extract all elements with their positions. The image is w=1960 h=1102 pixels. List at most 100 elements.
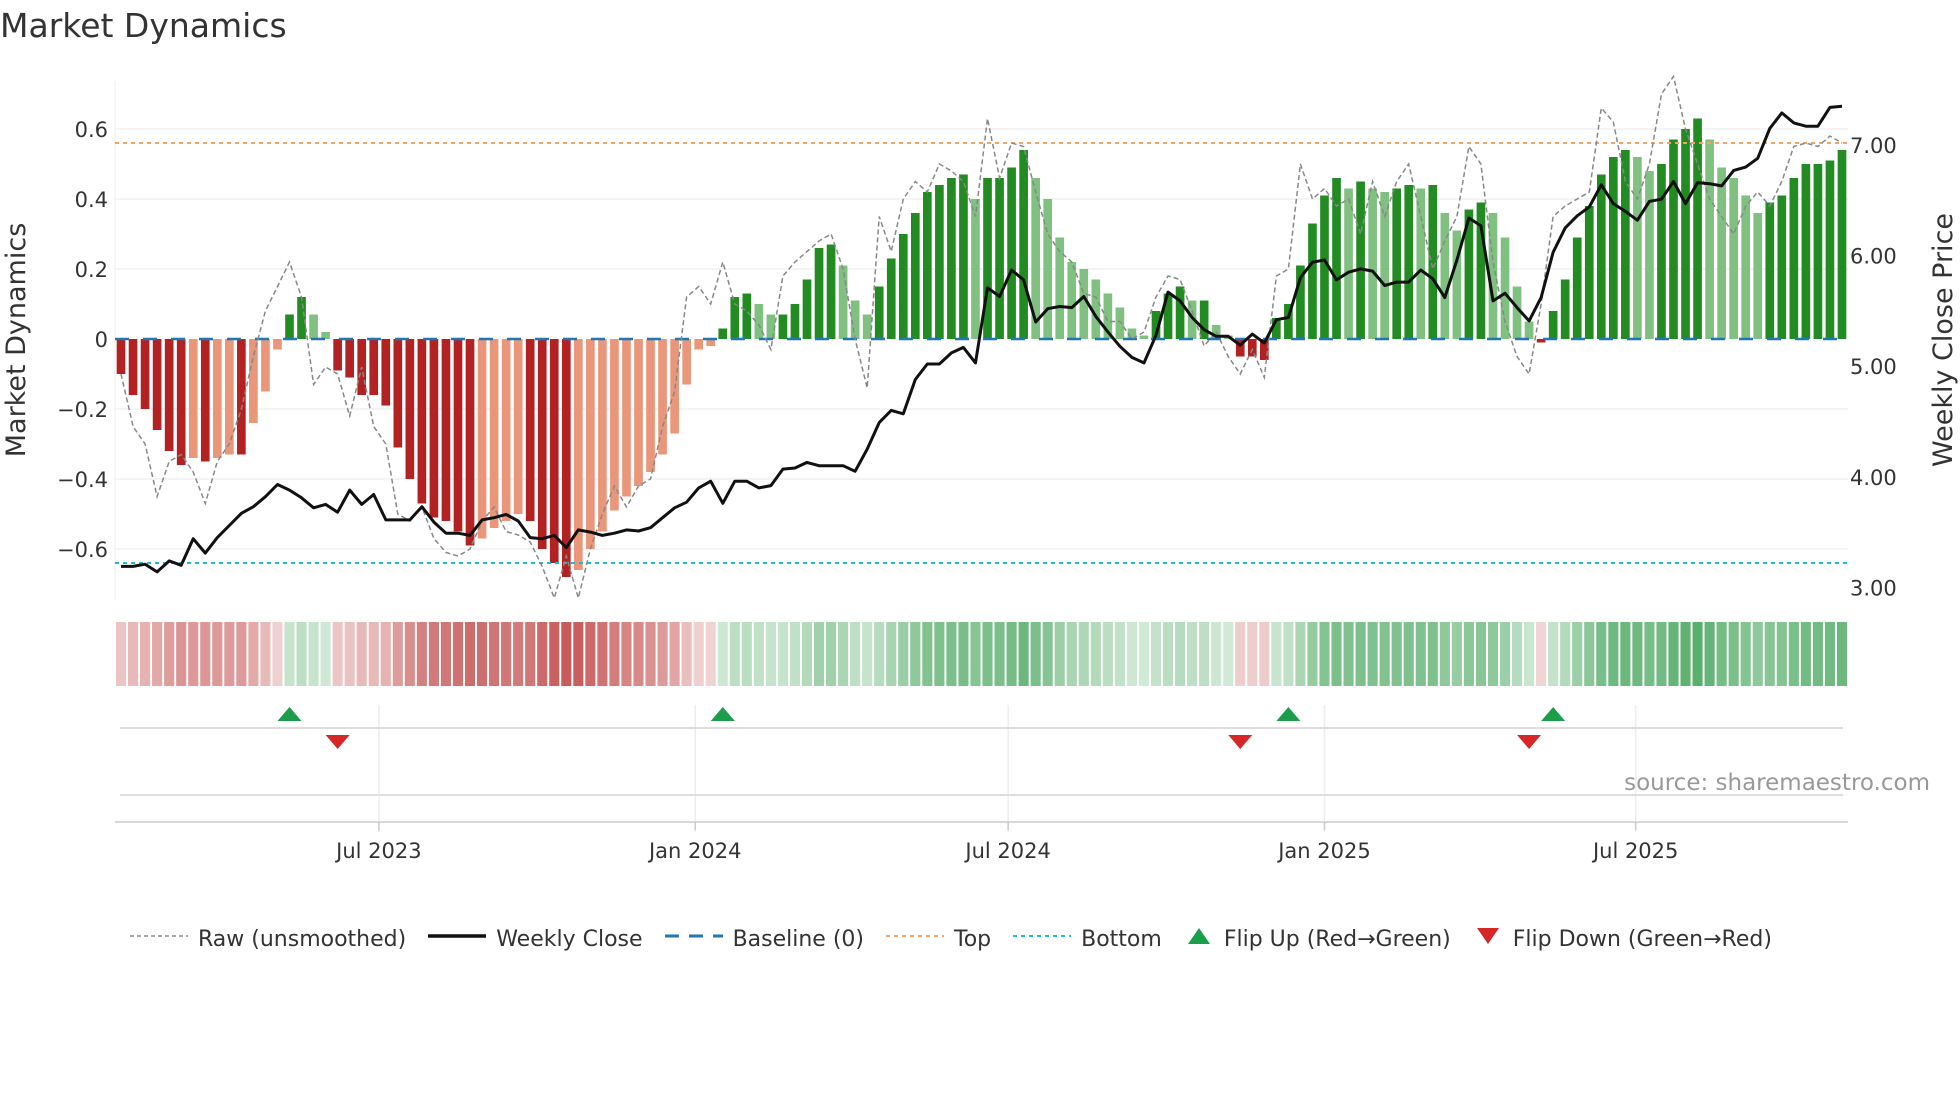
momentum-bar	[1837, 150, 1847, 339]
momentum-bar	[1548, 311, 1558, 339]
momentum-bar	[658, 339, 667, 455]
momentum-bar	[718, 328, 728, 339]
heat-cell	[838, 622, 849, 686]
heat-cell	[1391, 622, 1402, 686]
momentum-bar	[634, 339, 643, 486]
momentum-bar	[1007, 167, 1016, 339]
momentum-bar	[826, 244, 836, 339]
heat-cell	[874, 622, 885, 686]
heat-cell	[1199, 622, 1210, 686]
momentum-bar	[1356, 181, 1365, 339]
heat-cell	[1379, 622, 1390, 686]
momentum-bar	[802, 279, 812, 339]
heat-cell	[1692, 622, 1703, 686]
heat-cell	[1054, 622, 1065, 686]
momentum-bar	[477, 339, 487, 539]
heat-cell	[1307, 622, 1318, 686]
heat-cell	[380, 622, 391, 686]
momentum-bar	[1175, 286, 1185, 339]
momentum-bar	[1693, 118, 1702, 339]
momentum-bar	[1741, 195, 1751, 339]
flip-up-marker	[277, 707, 302, 721]
flip-down-marker	[1517, 735, 1542, 749]
momentum-bar	[1440, 213, 1450, 339]
y-tick-label: 0	[95, 328, 108, 352]
heat-cell	[1439, 622, 1450, 686]
momentum-bar	[1368, 188, 1377, 339]
momentum-bar	[249, 339, 258, 423]
y2-tick-label: 6.00	[1850, 245, 1897, 269]
heat-cell	[801, 622, 813, 686]
heat-cell	[501, 622, 512, 686]
heat-cell	[1042, 622, 1053, 686]
heat-cell	[573, 622, 584, 686]
heat-cell	[621, 622, 632, 686]
legend-item-close: Weekly Close	[428, 924, 643, 954]
gridlines	[114, 81, 1848, 832]
heat-cell	[164, 622, 175, 686]
heat-cell	[813, 622, 825, 686]
heat-cell	[260, 622, 271, 686]
heat-cell	[1548, 622, 1559, 686]
heat-cell	[741, 622, 752, 686]
flip-up-marker	[1276, 707, 1301, 721]
momentum-bar	[778, 314, 788, 339]
heat-cell	[1415, 622, 1426, 686]
heat-cell	[729, 622, 740, 686]
flip-down-marker	[325, 735, 350, 749]
momentum-bar	[537, 339, 547, 549]
heat-cell	[1223, 622, 1234, 686]
momentum-bar	[1608, 157, 1618, 339]
momentum-bar	[1043, 199, 1053, 339]
momentum-bar	[152, 339, 162, 430]
momentum-bar	[646, 339, 655, 472]
momentum-bar	[429, 339, 439, 518]
heat-cell	[1776, 622, 1787, 686]
heat-cell	[1090, 622, 1101, 686]
momentum-bar	[1344, 188, 1353, 339]
heat-cell	[452, 622, 464, 686]
momentum-bar	[995, 178, 1004, 339]
momentum-bar	[1380, 192, 1389, 339]
heat-cell	[958, 622, 969, 686]
momentum-bar	[838, 265, 848, 339]
y-tick-label: −0.6	[57, 538, 108, 562]
heat-cell	[525, 622, 536, 686]
heat-cell	[1632, 622, 1643, 686]
heat-cell	[1247, 622, 1258, 686]
momentum-bar	[1067, 262, 1077, 339]
heat-cell	[188, 622, 199, 686]
heat-cell	[1812, 622, 1823, 686]
momentum-bar	[513, 339, 523, 514]
heat-cell	[561, 622, 572, 686]
heat-cell	[645, 622, 656, 686]
heat-cell	[489, 622, 500, 686]
momentum-bar	[1645, 171, 1654, 339]
heat-cell	[464, 622, 476, 686]
legend-top-icon	[886, 924, 954, 954]
momentum-bar	[140, 339, 150, 409]
momentum-bar	[489, 339, 499, 528]
momentum-bar	[1801, 164, 1811, 339]
heat-cell	[705, 622, 716, 686]
heat-cell	[1066, 622, 1077, 686]
heat-cell	[1463, 622, 1474, 686]
momentum-bar	[1669, 139, 1678, 339]
y-axis-title: Market Dynamics	[1, 223, 32, 458]
y2-tick-label: 3.00	[1850, 576, 1897, 600]
heat-cell	[1403, 622, 1414, 686]
legend-label: Flip Up (Red→Green)	[1223, 926, 1451, 952]
momentum-bar	[1572, 237, 1582, 339]
momentum-bar	[1055, 237, 1065, 339]
heat-cell	[946, 622, 957, 686]
momentum-bar	[128, 339, 138, 395]
heat-cell	[922, 622, 933, 686]
heat-cell	[537, 622, 548, 686]
momentum-bar	[212, 339, 222, 458]
y-tick-label: 0.2	[75, 258, 108, 282]
momentum-bar	[164, 339, 174, 451]
momentum-bar	[1584, 206, 1594, 339]
heat-cell	[1716, 622, 1727, 686]
momentum-bar	[393, 339, 403, 448]
heat-cell	[1138, 622, 1150, 686]
